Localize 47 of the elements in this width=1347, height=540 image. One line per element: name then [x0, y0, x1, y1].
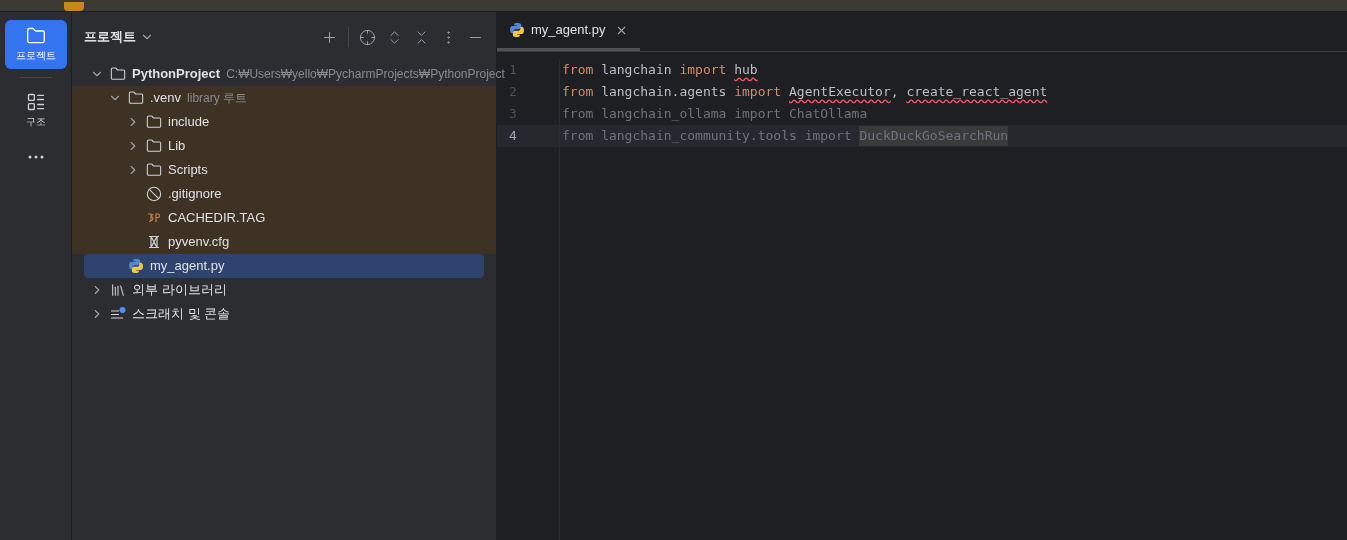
- folder-icon: [128, 90, 144, 106]
- tree-row[interactable]: Scripts: [84, 158, 484, 182]
- config-file-icon: [146, 234, 162, 250]
- more-icon: [27, 155, 44, 159]
- structure-icon: [25, 92, 46, 112]
- tree-row[interactable]: include: [84, 110, 484, 134]
- folder-icon: [146, 162, 162, 178]
- tree-row[interactable]: my_agent.py: [84, 254, 484, 278]
- tree-row[interactable]: Lib: [84, 134, 484, 158]
- line-number: 4: [509, 127, 517, 146]
- python-icon: [128, 258, 144, 274]
- file-name: 외부 라이브러리: [132, 281, 227, 300]
- folder-icon: [25, 26, 46, 46]
- file-name: my_agent.py: [150, 257, 225, 276]
- file-name: CACHEDIR.TAG: [168, 209, 266, 228]
- file-name: .gitignore: [168, 185, 222, 204]
- ignore-file-icon: [146, 186, 162, 202]
- file-name: pyvenv.cfg: [168, 233, 230, 252]
- tool-window-button[interactable]: 프로젝트: [4, 20, 67, 69]
- python-icon: [509, 22, 525, 38]
- project-badge-icon: [64, 2, 84, 11]
- scratch-icon: [110, 306, 126, 322]
- tree-row[interactable]: .gitignore: [84, 182, 484, 206]
- tool-window-button[interactable]: 구조: [4, 86, 67, 135]
- code-line: from langchain import hub: [561, 61, 759, 80]
- file-name: Lib: [168, 137, 186, 156]
- file-name: .venv: [150, 89, 182, 108]
- code-line: from langchain.agents import AgentExecutor, create_react_agent: [561, 83, 1049, 102]
- tree-row[interactable]: pyvenv.cfg: [84, 230, 484, 254]
- folder-icon: [146, 114, 162, 130]
- editor-tab[interactable]: my_agent.py: [497, 12, 641, 51]
- path-hint: C:₩Users₩yello₩PycharmProjects₩PythonProject: [226, 66, 505, 83]
- folder-icon: [146, 138, 162, 154]
- code-line: from langchain_ollama import ChatOllama: [561, 105, 869, 124]
- path-hint: library 루트: [187, 90, 248, 107]
- tree-row[interactable]: CACHEDIR.TAG: [84, 206, 484, 230]
- file-name: 스크래치 및 콘솔: [132, 305, 231, 324]
- tree-row[interactable]: 스크래치 및 콘솔: [84, 302, 484, 326]
- locate-icon[interactable]: [359, 28, 376, 46]
- tree-row[interactable]: 외부 라이브러리: [84, 278, 484, 302]
- file-name: PythonProject: [132, 65, 221, 84]
- file-name: include: [168, 113, 210, 132]
- panel-title-button[interactable]: 프로젝트: [84, 27, 154, 47]
- tree-row[interactable]: .venv library 루트: [84, 86, 484, 110]
- folder-icon: [110, 66, 126, 82]
- library-icon: [110, 282, 126, 298]
- file-name: Scripts: [168, 161, 208, 180]
